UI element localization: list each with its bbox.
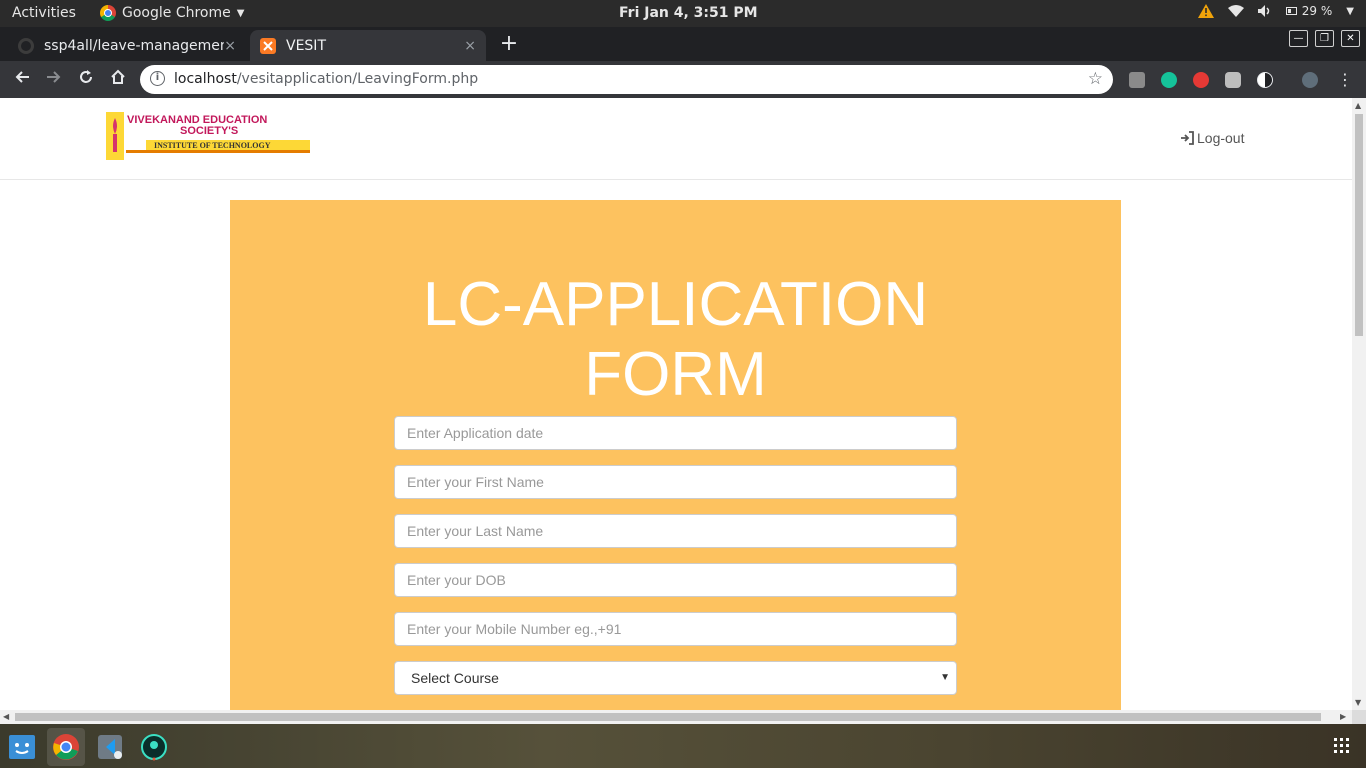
info-icon[interactable]: i bbox=[150, 71, 165, 86]
vesit-logo[interactable]: VIVEKANAND EDUCATION SOCIETY'S INSTITUTE… bbox=[106, 112, 310, 164]
profile-avatar[interactable] bbox=[1302, 72, 1318, 88]
course-select[interactable]: Select Course ▼ bbox=[394, 661, 957, 695]
site-header: VIVEKANAND EDUCATION SOCIETY'S INSTITUTE… bbox=[0, 98, 1352, 180]
log-in-icon bbox=[1181, 131, 1194, 145]
reload-icon bbox=[80, 70, 92, 83]
url-text: localhost/vesitapplication/LeavingForm.p… bbox=[174, 71, 478, 87]
scroll-right-icon[interactable]: ▶ bbox=[1340, 712, 1346, 721]
home-icon bbox=[111, 69, 125, 84]
dock-gitkraken[interactable] bbox=[135, 728, 173, 766]
arrow-right-icon bbox=[47, 71, 61, 83]
scroll-down-icon[interactable]: ▼ bbox=[1355, 698, 1361, 707]
vertical-scroll-thumb[interactable] bbox=[1355, 114, 1363, 336]
tab-title: VESIT bbox=[286, 37, 326, 54]
scroll-up-icon[interactable]: ▲ bbox=[1355, 101, 1361, 110]
adblock-icon[interactable] bbox=[1193, 72, 1209, 88]
dob-input[interactable] bbox=[394, 563, 957, 597]
dock-files[interactable] bbox=[3, 728, 41, 766]
files-icon bbox=[9, 735, 35, 759]
arrow-left-icon bbox=[15, 71, 29, 83]
vscode-icon bbox=[98, 735, 122, 759]
form-title-line1: LC-APPLICATION bbox=[422, 270, 929, 339]
form-title-line2: FORM bbox=[584, 340, 767, 409]
warning-icon bbox=[1197, 4, 1214, 18]
lc-application-form: LC-APPLICATION FORM Select Course ▼ bbox=[230, 200, 1121, 710]
home-button[interactable] bbox=[106, 68, 130, 92]
url-host: localhost bbox=[174, 71, 237, 87]
volume-icon bbox=[1257, 5, 1270, 17]
grammarly-icon[interactable] bbox=[1161, 72, 1177, 88]
scroll-left-icon[interactable]: ◀ bbox=[3, 712, 9, 721]
address-bar[interactable]: i localhost/vesitapplication/LeavingForm… bbox=[140, 65, 1113, 94]
scrollbar-corner bbox=[1352, 710, 1366, 724]
forward-button[interactable] bbox=[42, 68, 66, 92]
system-tray[interactable]: 29 % ▼ bbox=[1197, 4, 1354, 18]
minimize-button[interactable]: — bbox=[1289, 30, 1308, 47]
tab-title: ssp4all/leave-managemen bbox=[44, 37, 225, 54]
system-top-bar: Activities Google Chrome ▼ Fri Jan 4, 3:… bbox=[0, 0, 1366, 27]
form-title: LC-APPLICATION FORM bbox=[230, 270, 1121, 410]
chrome-icon bbox=[53, 734, 79, 760]
course-select-value: Select Course bbox=[411, 670, 499, 686]
dock bbox=[0, 724, 1366, 768]
logout-link[interactable]: Log-out bbox=[1180, 130, 1244, 146]
dropdown-arrow-icon: ▼ bbox=[940, 672, 950, 683]
github-icon bbox=[18, 37, 34, 54]
tab-github[interactable]: ssp4all/leave-managemen × bbox=[8, 30, 246, 61]
logo-text-line3: INSTITUTE OF TECHNOLOGY bbox=[154, 141, 271, 150]
vertical-scrollbar[interactable]: ▲ ▼ bbox=[1352, 98, 1366, 710]
browser-toolbar: i localhost/vesitapplication/LeavingForm… bbox=[0, 61, 1366, 98]
extension-cup-icon[interactable] bbox=[1225, 72, 1241, 88]
logout-label: Log-out bbox=[1197, 130, 1245, 146]
restore-button[interactable]: ❐ bbox=[1315, 30, 1334, 47]
close-icon[interactable]: × bbox=[464, 38, 476, 54]
battery-icon bbox=[1285, 7, 1297, 15]
tab-strip: ssp4all/leave-managemen × VESIT × + — ❐ … bbox=[0, 27, 1366, 61]
last-name-input[interactable] bbox=[394, 514, 957, 548]
caret-down-icon: ▼ bbox=[1346, 5, 1354, 17]
clock[interactable]: Fri Jan 4, 3:51 PM bbox=[619, 5, 758, 21]
reload-button[interactable] bbox=[74, 68, 98, 92]
xampp-icon bbox=[260, 37, 276, 54]
first-name-input[interactable] bbox=[394, 465, 957, 499]
new-tab-button[interactable]: + bbox=[497, 32, 521, 56]
battery-percent: 29 % bbox=[1301, 4, 1333, 18]
close-window-button[interactable]: ✕ bbox=[1341, 30, 1360, 47]
bookmark-star-icon[interactable]: ☆ bbox=[1088, 69, 1103, 89]
activities-button[interactable]: Activities bbox=[12, 5, 76, 21]
horizontal-scrollbar[interactable]: ◀ ▶ bbox=[0, 710, 1352, 724]
app-menu[interactable]: Google Chrome ▼ bbox=[100, 5, 244, 21]
dock-vscode[interactable] bbox=[91, 728, 129, 766]
mobile-number-input[interactable] bbox=[394, 612, 957, 646]
show-apps-grid-icon[interactable] bbox=[1334, 738, 1349, 753]
wifi-icon bbox=[1227, 5, 1244, 17]
extension-lock-icon[interactable] bbox=[1129, 72, 1145, 88]
caret-down-icon: ▼ bbox=[236, 7, 245, 19]
dark-reader-icon[interactable] bbox=[1257, 72, 1273, 88]
url-path: /vesitapplication/LeavingForm.php bbox=[236, 71, 479, 87]
back-button[interactable] bbox=[10, 68, 34, 92]
application-date-input[interactable] bbox=[394, 416, 957, 450]
tab-vesit[interactable]: VESIT × bbox=[250, 30, 486, 61]
chrome-logo-icon bbox=[100, 5, 116, 21]
chrome-menu-button[interactable]: ⋮ bbox=[1333, 68, 1357, 92]
gitkraken-icon bbox=[141, 734, 167, 761]
horizontal-scroll-thumb[interactable] bbox=[15, 713, 1321, 721]
close-icon[interactable]: × bbox=[224, 38, 236, 54]
dock-chrome[interactable] bbox=[47, 728, 85, 766]
page-viewport: VIVEKANAND EDUCATION SOCIETY'S INSTITUTE… bbox=[0, 98, 1352, 710]
app-menu-label: Google Chrome bbox=[122, 5, 231, 21]
logo-text-line2: SOCIETY'S bbox=[180, 125, 239, 137]
